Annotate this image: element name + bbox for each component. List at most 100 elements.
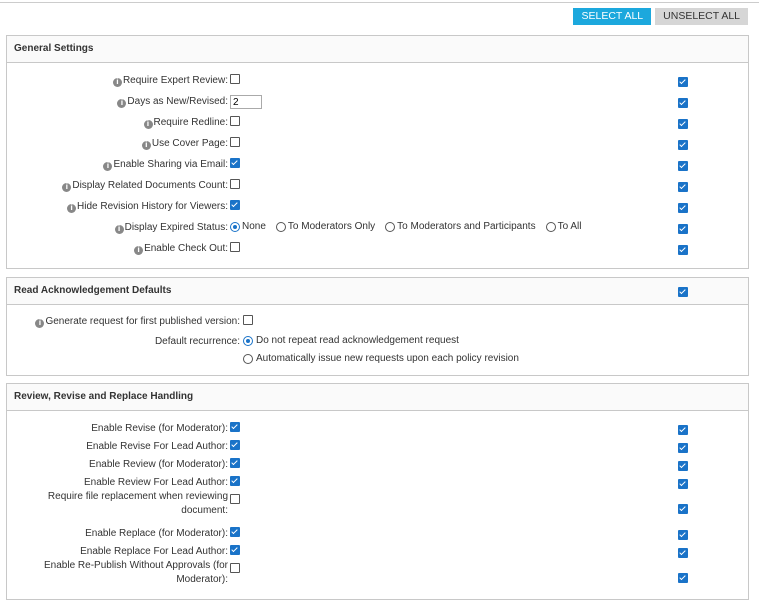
setting-label: Enable Re-Publish Without Approvals (for…: [44, 560, 228, 585]
radio-button[interactable]: [230, 221, 240, 232]
setting-label: Enable Replace For Lead Author:: [80, 546, 228, 557]
radio-button[interactable]: [243, 353, 253, 364]
setting-label: i Hide Revision History for Viewers:: [67, 201, 228, 213]
expired-status-option[interactable]: To Moderators and Participants: [385, 221, 536, 232]
setting-label-text: Enable Sharing via Email:: [113, 159, 228, 170]
apply-checkbox[interactable]: [678, 245, 688, 255]
first-request-checkbox[interactable]: [243, 315, 253, 325]
setting-label-text: Use Cover Page:: [151, 138, 228, 149]
setting-checkbox[interactable]: [230, 422, 240, 432]
setting-checkbox[interactable]: [230, 563, 240, 573]
info-icon[interactable]: i: [134, 246, 144, 255]
top-divider: [0, 2, 759, 3]
setting-label: Default recurrence:: [154, 336, 240, 347]
expired-status-option[interactable]: To All: [545, 221, 581, 232]
apply-checkbox[interactable]: [678, 425, 688, 435]
setting-row: Enable Revise (for Moderator):: [7, 420, 748, 440]
setting-checkbox[interactable]: [230, 476, 240, 486]
setting-label-text: Hide Revision History for Viewers:: [77, 201, 228, 212]
recurrence-option-1[interactable]: Automatically issue new requests upon ea…: [243, 353, 519, 364]
recurrence-option-0[interactable]: Do not repeat read acknowledgement reque…: [243, 335, 459, 346]
setting-control: [230, 242, 240, 252]
setting-control: [230, 158, 240, 168]
setting-control: [230, 95, 262, 109]
info-icon[interactable]: i: [103, 162, 113, 171]
radio-label: To Moderators and Participants: [397, 221, 536, 232]
setting-label: Require file replacement when reviewing …: [47, 491, 228, 516]
radio-button[interactable]: [545, 221, 556, 232]
setting-control: [230, 179, 240, 189]
info-icon[interactable]: i: [67, 204, 77, 213]
setting-label-text: Generate request for first published ver…: [45, 316, 240, 327]
apply-checkbox[interactable]: [678, 161, 688, 171]
days-new-input[interactable]: [230, 95, 262, 109]
apply-checkbox[interactable]: [678, 140, 688, 150]
setting-row: i Generate request for first published ve…: [7, 313, 748, 333]
setting-label-text: Display Related Documents Count:: [72, 180, 228, 191]
info-icon[interactable]: i: [143, 120, 153, 129]
panel-title: Read Acknowledgement Defaults: [7, 278, 748, 305]
apply-checkbox[interactable]: [678, 504, 688, 514]
setting-label: Enable Replace (for Moderator):: [85, 528, 228, 539]
apply-checkbox[interactable]: [678, 77, 688, 87]
apply-checkbox[interactable]: [678, 461, 688, 471]
setting-label: i Enable Check Out:: [134, 243, 228, 255]
setting-checkbox[interactable]: [230, 200, 240, 210]
setting-row: i Use Cover Page:: [7, 135, 748, 155]
info-icon[interactable]: i: [62, 183, 72, 192]
setting-checkbox[interactable]: [230, 242, 240, 252]
radio-button[interactable]: [385, 221, 396, 232]
apply-checkbox[interactable]: [678, 287, 688, 297]
setting-checkbox[interactable]: [230, 158, 240, 168]
panel-title-text: Read Acknowledgement Defaults: [14, 285, 172, 296]
setting-label: Enable Revise For Lead Author:: [86, 441, 228, 452]
apply-checkbox[interactable]: [678, 224, 688, 234]
setting-label-text: Require Expert Review:: [122, 75, 228, 86]
info-icon[interactable]: i: [141, 141, 151, 150]
setting-checkbox[interactable]: [230, 545, 240, 555]
setting-checkbox[interactable]: [230, 440, 240, 450]
apply-checkbox[interactable]: [678, 119, 688, 129]
setting-control: [230, 440, 240, 450]
setting-checkbox[interactable]: [230, 527, 240, 537]
setting-label: i Enable Sharing via Email:: [103, 159, 228, 171]
radio-button[interactable]: [275, 221, 286, 232]
setting-control: [230, 74, 240, 84]
setting-label-text: Display Expired Status:: [124, 222, 228, 233]
setting-row: i Enable Check Out:: [7, 240, 748, 260]
setting-control: None To Moderators Only To Moderators and …: [230, 221, 588, 232]
info-icon[interactable]: i: [114, 225, 124, 234]
apply-checkbox[interactable]: [678, 479, 688, 489]
apply-checkbox[interactable]: [678, 548, 688, 558]
apply-checkbox[interactable]: [678, 530, 688, 540]
setting-checkbox[interactable]: [230, 137, 240, 147]
radio-label: None: [242, 221, 266, 232]
setting-label: i Days as New/Revised:: [117, 96, 228, 108]
expired-status-option[interactable]: To Moderators Only: [275, 221, 375, 232]
apply-checkbox[interactable]: [678, 203, 688, 213]
unselect-all-button[interactable]: UNSELECT ALL: [655, 8, 748, 25]
setting-checkbox[interactable]: [230, 74, 240, 84]
setting-row: i Days as New/Revised:: [7, 93, 748, 113]
setting-checkbox[interactable]: [230, 458, 240, 468]
radio-button[interactable]: [243, 335, 253, 346]
setting-control: [230, 476, 240, 486]
setting-control: [243, 315, 253, 325]
setting-checkbox[interactable]: [230, 494, 240, 504]
setting-label: i Display Expired Status:: [114, 222, 228, 234]
apply-checkbox[interactable]: [678, 182, 688, 192]
apply-checkbox[interactable]: [678, 573, 688, 583]
setting-row: i Enable Sharing via Email:: [7, 156, 748, 176]
setting-label: i Display Related Documents Count:: [62, 180, 228, 192]
setting-label: i Use Cover Page:: [141, 138, 228, 150]
expired-status-option[interactable]: None: [230, 221, 266, 232]
info-icon[interactable]: i: [35, 319, 45, 328]
info-icon[interactable]: i: [117, 99, 127, 108]
info-icon[interactable]: i: [112, 78, 122, 87]
apply-checkbox[interactable]: [678, 98, 688, 108]
setting-checkbox[interactable]: [230, 179, 240, 189]
apply-checkbox[interactable]: [678, 443, 688, 453]
select-all-button[interactable]: SELECT ALL: [573, 8, 652, 25]
setting-checkbox[interactable]: [230, 116, 240, 126]
radio-label: Do not repeat read acknowledgement reque…: [256, 335, 459, 346]
